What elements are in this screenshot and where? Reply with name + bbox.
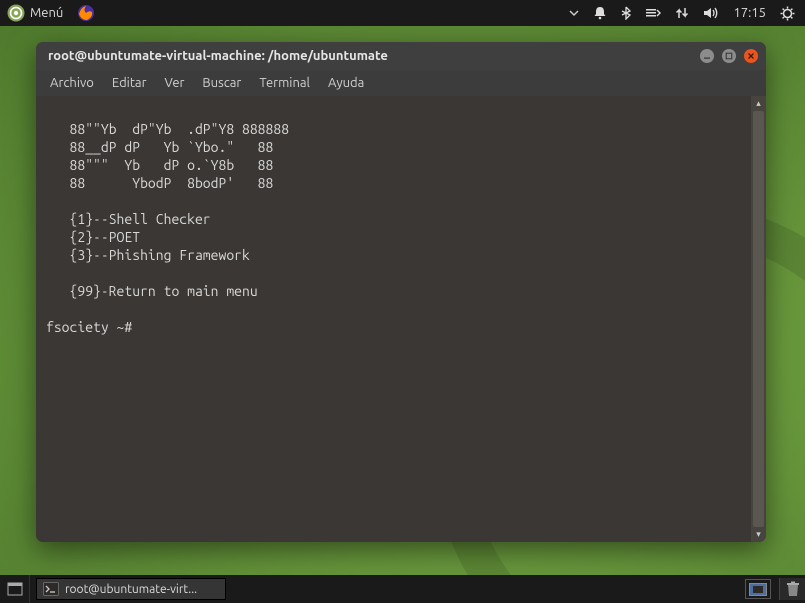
network-menu-icon[interactable] xyxy=(645,7,661,19)
menu-archivo[interactable]: Archivo xyxy=(44,74,100,92)
ascii-art-line: 88__dP dP Yb `Ybo." 88 xyxy=(46,139,273,155)
shell-prompt: fsociety ~# xyxy=(46,319,140,335)
menu-option-3: {3}--Phishing Framework xyxy=(46,247,250,263)
network-updown-icon[interactable] xyxy=(675,6,689,20)
terminal-window: root@ubuntumate-virtual-machine: /home/u… xyxy=(36,42,766,542)
scrollbar-track[interactable] xyxy=(751,111,766,527)
terminal-output[interactable]: 88""Yb dP"Yb .dP"Y8 888888 88__dP dP Yb … xyxy=(36,96,751,542)
notification-bell-icon[interactable] xyxy=(593,6,607,20)
taskbar-item-terminal[interactable]: root@ubuntumate-virt... xyxy=(36,578,226,600)
desktop[interactable]: root@ubuntumate-virtual-machine: /home/u… xyxy=(0,26,805,575)
window-title: root@ubuntumate-virtual-machine: /home/u… xyxy=(48,49,700,63)
menu-ayuda[interactable]: Ayuda xyxy=(322,74,370,92)
window-titlebar[interactable]: root@ubuntumate-virtual-machine: /home/u… xyxy=(36,42,766,70)
window-controls xyxy=(700,49,758,63)
maximize-button[interactable] xyxy=(722,49,736,63)
scrollbar-thumb[interactable] xyxy=(753,111,764,527)
system-tray: 17:15 xyxy=(569,6,805,21)
menu-option-1: {1}--Shell Checker xyxy=(46,211,211,227)
ascii-art-line: 88 YbodP 8bodP' 88 xyxy=(46,175,273,191)
applications-menu[interactable]: Menú xyxy=(30,6,63,20)
scroll-up-icon[interactable]: ▴ xyxy=(751,96,766,111)
terminal-icon xyxy=(43,582,59,596)
show-desktop-button[interactable] xyxy=(0,575,30,603)
close-button[interactable] xyxy=(744,49,758,63)
workspace-switcher[interactable] xyxy=(745,579,771,599)
top-panel: Menú 17:15 xyxy=(0,0,805,26)
ubuntu-mate-logo-icon[interactable] xyxy=(6,3,26,23)
menu-ver[interactable]: Ver xyxy=(159,74,191,92)
menu-option-2: {2}--POET xyxy=(46,229,140,245)
terminal-body: 88""Yb dP"Yb .dP"Y8 888888 88__dP dP Yb … xyxy=(36,96,766,542)
minimize-button[interactable] xyxy=(700,49,714,63)
vertical-scrollbar[interactable]: ▴ ▾ xyxy=(751,96,766,542)
taskbar-item-label: root@ubuntumate-virt... xyxy=(65,583,197,596)
scroll-down-icon[interactable]: ▾ xyxy=(751,527,766,542)
firefox-icon[interactable] xyxy=(77,4,95,22)
bottom-panel: root@ubuntumate-virt... xyxy=(0,575,805,603)
bluetooth-icon[interactable] xyxy=(621,6,631,20)
clock[interactable]: 17:15 xyxy=(733,6,766,20)
volume-icon[interactable] xyxy=(703,6,719,20)
menu-option-99: {99}-Return to main menu xyxy=(46,283,258,299)
trash-icon[interactable] xyxy=(779,578,805,600)
terminal-menubar: Archivo Editar Ver Buscar Terminal Ayuda xyxy=(36,70,766,96)
menu-buscar[interactable]: Buscar xyxy=(196,74,247,92)
ascii-art-line: 88""Yb dP"Yb .dP"Y8 888888 xyxy=(46,121,289,137)
menu-editar[interactable]: Editar xyxy=(106,74,153,92)
power-gear-icon[interactable] xyxy=(780,6,795,21)
menu-terminal[interactable]: Terminal xyxy=(253,74,316,92)
ascii-art-line: 88""" Yb dP o.`Y8b 88 xyxy=(46,157,273,173)
dropdown-indicator-icon[interactable] xyxy=(569,8,579,18)
